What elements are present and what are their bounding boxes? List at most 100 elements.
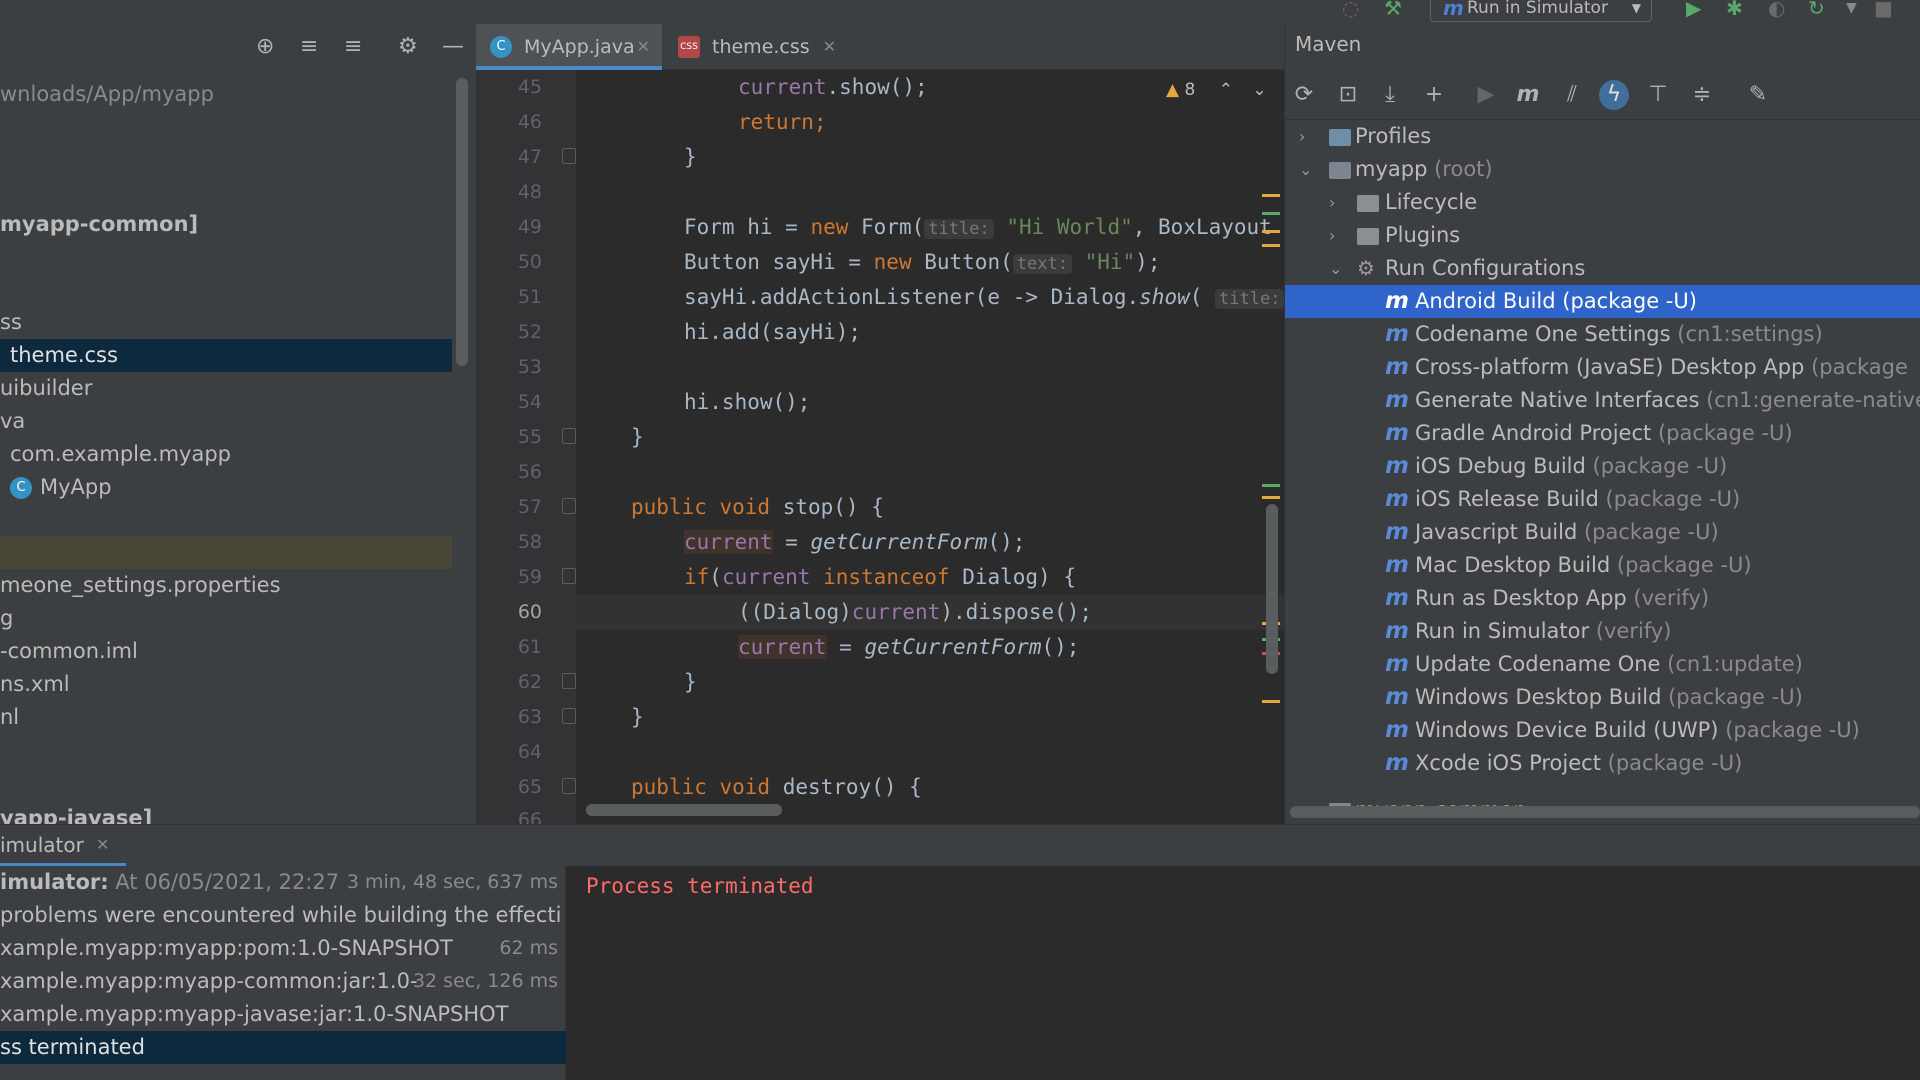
error-stripe-mark[interactable] <box>1262 484 1280 487</box>
gear-icon[interactable]: ⚙ <box>398 35 418 59</box>
maven-run-config-ios-release[interactable]: m iOS Release Build (package -U) <box>1285 483 1920 516</box>
tab-myapp-java[interactable]: C MyApp.java ✕ <box>476 24 662 70</box>
wrench-icon[interactable]: ✎ <box>1743 80 1773 110</box>
tree-item-package[interactable]: com.example.myapp <box>0 438 452 471</box>
fold-marker[interactable] <box>562 708 576 724</box>
fold-marker[interactable] <box>562 673 576 689</box>
line-number: 50 <box>517 251 542 273</box>
maven-horizontal-scrollbar[interactable] <box>1290 806 1920 818</box>
error-stripe-mark[interactable] <box>1262 212 1280 215</box>
generate-sources-icon[interactable]: ⊡ <box>1333 80 1363 110</box>
maven-tree-run-configurations[interactable]: ⌄ ⚙ Run Configurations <box>1285 252 1920 285</box>
maven-run-config-cross-platform-desktop[interactable]: m Cross-platform (JavaSE) Desktop App (p… <box>1285 351 1920 384</box>
maven-run-config-mac-desktop[interactable]: m Mac Desktop Build (package -U) <box>1285 549 1920 582</box>
tree-item-xml[interactable]: ns.xml <box>0 668 452 701</box>
download-icon[interactable]: ⤓ <box>1375 80 1405 110</box>
run-icon[interactable]: ▶ <box>1686 0 1701 18</box>
error-stripe-mark[interactable] <box>1262 194 1280 197</box>
tree-item-java[interactable]: va <box>0 405 452 438</box>
error-stripe-mark[interactable] <box>1262 700 1280 703</box>
maven-run-config-update-codename-one[interactable]: m Update Codename One (cn1:update) <box>1285 648 1920 681</box>
maven-run-config-run-as-desktop[interactable]: m Run as Desktop App (verify) <box>1285 582 1920 615</box>
tree-item-g[interactable]: g <box>0 602 452 635</box>
run-configuration-select[interactable]: m Run in Simulator ▼ <box>1430 0 1652 22</box>
maven-tree-plugins[interactable]: › Plugins <box>1285 219 1920 252</box>
reload-icon[interactable]: ⟳ <box>1289 80 1319 110</box>
collapse-all-icon[interactable]: ≡ <box>344 35 362 59</box>
fold-marker[interactable] <box>562 568 576 584</box>
maven-tree-lifecycle[interactable]: › Lifecycle <box>1285 186 1920 219</box>
run-tool-window-tabs: imulator ✕ <box>0 824 1920 867</box>
execute-goal-icon[interactable]: m <box>1513 80 1543 110</box>
skip-tests-icon[interactable]: ϟ <box>1599 80 1629 110</box>
tree-item-common-iml[interactable]: -common.iml <box>0 635 452 668</box>
maven-run-config-windows-desktop[interactable]: m Windows Desktop Build (package -U) <box>1285 681 1920 714</box>
fold-marker[interactable] <box>562 498 576 514</box>
tree-item-guibuilder[interactable]: uibuilder <box>0 372 452 405</box>
tree-item-module-common[interactable]: myapp-common] <box>0 208 452 241</box>
close-icon[interactable]: ✕ <box>96 825 109 865</box>
tab-theme-css[interactable]: CSS theme.css ✕ <box>664 24 840 70</box>
stop-icon[interactable]: ■ <box>1874 0 1893 18</box>
tree-item-nl[interactable]: nl <box>0 701 452 734</box>
maven-run-config-generate-native-interfaces[interactable]: m Generate Native Interfaces (cn1:genera… <box>1285 384 1920 417</box>
tree-item-theme-css[interactable]: theme.css <box>0 339 452 372</box>
maven-run-config-windows-uwp[interactable]: m Windows Device Build (UWP) (package -U… <box>1285 714 1920 747</box>
expand-all-icon[interactable]: ≡ <box>300 35 318 59</box>
coverage-icon[interactable]: ◐ <box>1768 0 1785 18</box>
error-stripe-mark[interactable] <box>1262 244 1280 247</box>
tab-run-simulator[interactable]: imulator ✕ <box>0 825 126 867</box>
maven-run-config-run-in-simulator[interactable]: m Run in Simulator (verify) <box>1285 615 1920 648</box>
fold-marker[interactable] <box>562 428 576 444</box>
fold-marker[interactable] <box>562 778 576 794</box>
run-tree-item-common-jar[interactable]: xample.myapp:myapp-common:jar:1.0- 32 se… <box>0 965 566 998</box>
editor-vertical-scrollbar[interactable] <box>1266 504 1278 674</box>
maven-run-config-codename-one-settings[interactable]: m Codename One Settings (cn1:settings) <box>1285 318 1920 351</box>
chevron-up-icon[interactable]: ⌃ <box>1219 80 1233 100</box>
maven-run-config-javascript[interactable]: m Javascript Build (package -U) <box>1285 516 1920 549</box>
close-icon[interactable]: ✕ <box>637 24 650 70</box>
maven-run-config-xcode-ios[interactable]: m Xcode iOS Project (package -U) <box>1285 747 1920 780</box>
profile-icon[interactable]: ↻ <box>1808 0 1825 18</box>
tree-item-css-folder[interactable]: ss <box>0 306 452 339</box>
run-tree-item-terminated[interactable]: ss terminated <box>0 1031 566 1064</box>
code-line-50: Button sayHi = new Button(text: "Hi"); <box>684 250 1161 274</box>
run-tree-root[interactable]: imulator: At 06/05/2021, 22:27 3 min, 48… <box>0 866 566 899</box>
editor-horizontal-scrollbar[interactable] <box>586 804 782 816</box>
tree-item-path[interactable]: wnloads/App/myapp <box>0 78 452 111</box>
build-hammer-icon[interactable]: ⚒ <box>1384 0 1402 18</box>
maven-run-config-gradle-android[interactable]: m Gradle Android Project (package -U) <box>1285 417 1920 450</box>
hide-panel-icon[interactable]: — <box>442 35 464 59</box>
run-console[interactable]: Process terminated <box>566 866 1920 1080</box>
tree-item-highlighted[interactable] <box>0 536 452 569</box>
maven-run-config-ios-debug[interactable]: m iOS Debug Build (package -U) <box>1285 450 1920 483</box>
project-scrollbar[interactable] <box>456 78 468 366</box>
inspection-widget[interactable]: ▲ 8 ⌃ ⌄ <box>1166 80 1267 100</box>
more-run-options-icon[interactable]: ▼ <box>1846 0 1857 18</box>
run-tree-warning[interactable]: problems were encountered while building… <box>0 899 566 932</box>
show-dependencies-icon[interactable]: ⊤ <box>1643 80 1673 110</box>
back-icon[interactable]: ◌ <box>1342 0 1359 18</box>
chevron-down-icon: ▼ <box>1631 1 1641 15</box>
close-icon[interactable]: ✕ <box>823 24 836 70</box>
code-editor[interactable]: current.show(); return; } Form hi = new … <box>576 70 1284 824</box>
locate-icon[interactable]: ⊕ <box>256 35 274 59</box>
maven-tree-myapp[interactable]: ⌄ myapp (root) <box>1285 153 1920 186</box>
run-tree-item-javase-jar[interactable]: xample.myapp:myapp-javase:jar:1.0-SNAPSH… <box>0 998 566 1031</box>
error-stripe-mark[interactable] <box>1262 496 1280 499</box>
tree-item-settings-properties[interactable]: meone_settings.properties <box>0 569 452 602</box>
error-stripe-mark[interactable] <box>1262 230 1280 233</box>
maven-tree-profiles[interactable]: › Profiles <box>1285 120 1920 153</box>
toggle-offline-icon[interactable]: ⫽ <box>1557 80 1587 110</box>
chevron-down-icon[interactable]: ⌄ <box>1252 80 1266 100</box>
tree-item-label: MyApp <box>40 475 112 499</box>
tree-item-myapp-class[interactable]: C MyApp <box>0 471 452 504</box>
collapse-all-icon[interactable]: ≑ <box>1687 80 1717 110</box>
debug-icon[interactable]: ✱ <box>1726 0 1743 18</box>
run-tree-item-pom[interactable]: xample.myapp:myapp:pom:1.0-SNAPSHOT 62 m… <box>0 932 566 965</box>
add-icon[interactable]: + <box>1419 80 1449 110</box>
fold-marker[interactable] <box>562 148 576 164</box>
maven-run-config-android-build[interactable]: m Android Build (package -U) <box>1285 285 1920 318</box>
run-icon[interactable]: ▶ <box>1471 80 1501 110</box>
line-number: 58 <box>517 531 542 553</box>
